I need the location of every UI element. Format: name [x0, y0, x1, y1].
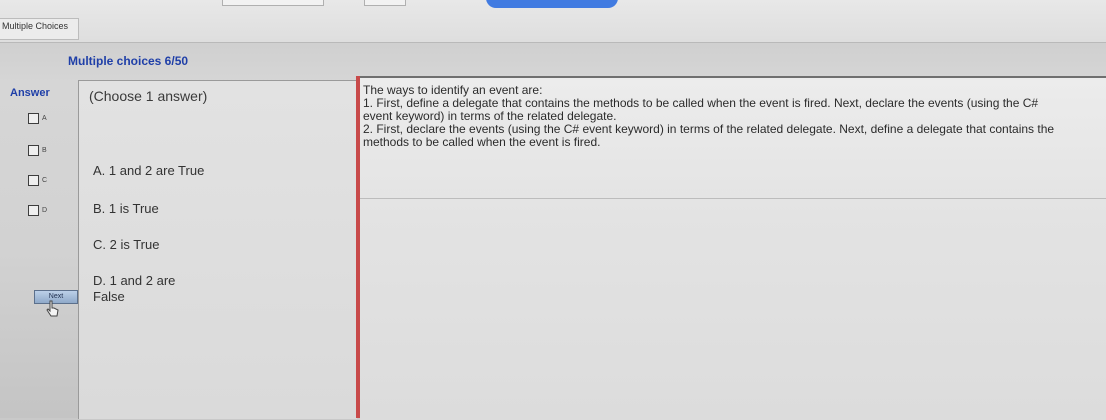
window-topbar — [0, 0, 1106, 43]
top-small-field[interactable] — [364, 0, 406, 6]
question-divider — [360, 198, 1106, 199]
option-d: D. 1 and 2 are False — [93, 273, 176, 304]
checkbox-letter: C — [42, 177, 48, 184]
window-tab[interactable]: Multiple Choices — [0, 18, 80, 40]
checkbox-icon[interactable] — [28, 205, 39, 216]
answer-column: Answer A B C D Next — [0, 78, 78, 418]
checkbox-icon[interactable] — [28, 145, 39, 156]
option-a: A. 1 and 2 are True — [93, 163, 205, 178]
checkbox-icon[interactable] — [28, 175, 39, 186]
question-panel: The ways to identify an event are: 1. Fi… — [360, 76, 1106, 420]
checkbox-letter: A — [42, 115, 47, 122]
answer-label: Answer — [10, 87, 50, 99]
checkbox-letter: D — [42, 207, 48, 214]
answer-checkbox-a[interactable]: A — [28, 113, 47, 124]
page-title: Multiple choices 6/50 — [68, 54, 189, 68]
answer-checkbox-c[interactable]: C — [28, 175, 47, 186]
question-line: 1. First, define a delegate that contain… — [363, 96, 1039, 123]
window-tab-label: Multiple Choices — [2, 21, 69, 31]
checkbox-letter: B — [42, 147, 47, 154]
option-b: B. 1 is True — [93, 201, 159, 216]
checkbox-icon[interactable] — [28, 113, 39, 124]
top-input-field[interactable] — [222, 0, 324, 6]
answer-checkbox-d[interactable]: D — [28, 205, 47, 216]
brand-logo — [486, 0, 618, 8]
hand-cursor-icon — [46, 300, 59, 317]
answer-checkbox-b[interactable]: B — [28, 145, 47, 156]
question-text: The ways to identify an event are: 1. Fi… — [363, 84, 1063, 149]
question-line: 2. First, declare the events (using the … — [363, 122, 1055, 149]
instruction-text: (Choose 1 answer) — [89, 88, 208, 104]
options-panel: (Choose 1 answer) A. 1 and 2 are True B.… — [78, 80, 357, 419]
option-c: C. 2 is True — [93, 237, 160, 252]
